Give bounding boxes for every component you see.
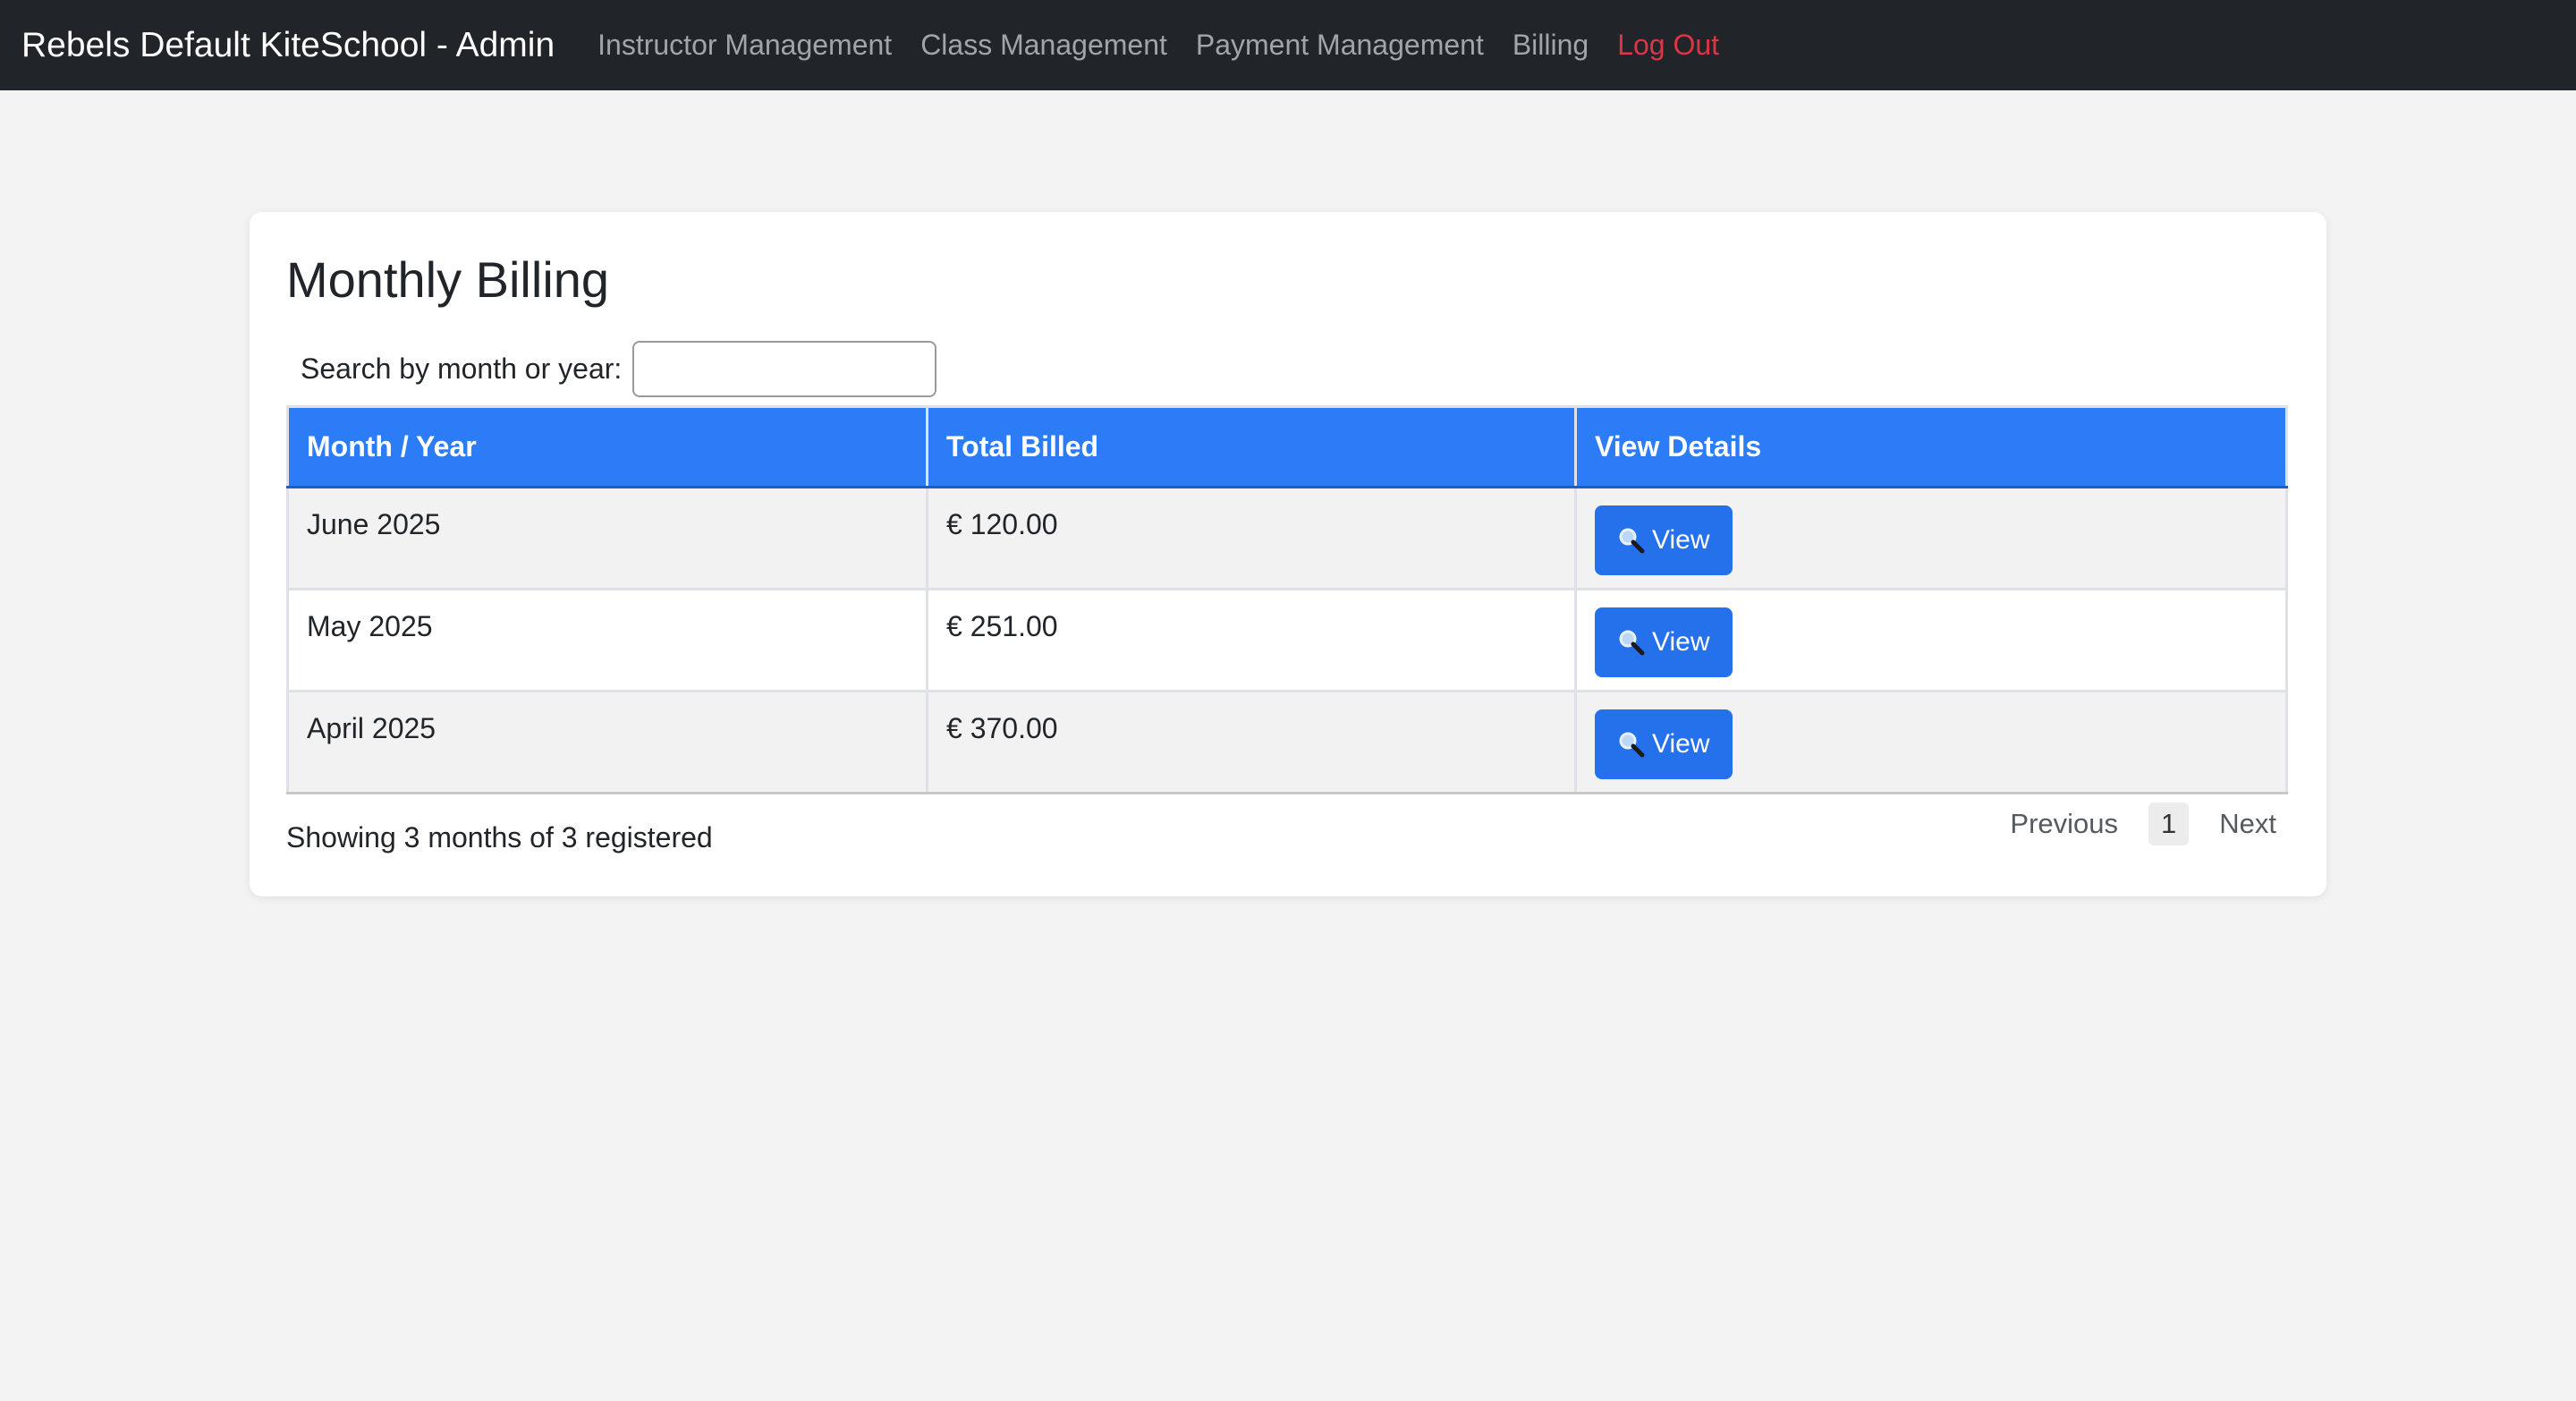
pagination-page-1[interactable]: 1 bbox=[2148, 802, 2190, 845]
billing-card: Monthly Billing Search by month or year:… bbox=[250, 212, 2326, 896]
table-row: April 2025 € 370.00 View bbox=[286, 690, 2288, 794]
nav-billing[interactable]: Billing bbox=[1513, 29, 1589, 62]
search-input[interactable] bbox=[632, 341, 937, 397]
view-button-label: View bbox=[1652, 627, 1710, 657]
cell-total: € 370.00 bbox=[926, 690, 1577, 794]
cell-month: June 2025 bbox=[286, 486, 928, 590]
cell-view: View bbox=[1574, 486, 2288, 590]
nav-class-management[interactable]: Class Management bbox=[920, 29, 1167, 62]
table-header-row: Month / Year Total Billed View Details bbox=[286, 405, 2288, 488]
cell-view: View bbox=[1574, 690, 2288, 794]
billing-table: Month / Year Total Billed View Details J… bbox=[286, 405, 2288, 794]
cell-month: April 2025 bbox=[286, 690, 928, 794]
magnifier-icon bbox=[1618, 731, 1645, 758]
magnifier-icon bbox=[1618, 629, 1645, 656]
column-header-total-billed: Total Billed bbox=[926, 405, 1577, 488]
top-navbar: Rebels Default KiteSchool - Admin Instru… bbox=[0, 0, 2576, 90]
search-label: Search by month or year: bbox=[301, 352, 623, 385]
view-button-label: View bbox=[1652, 729, 1710, 759]
view-button[interactable]: View bbox=[1595, 709, 1733, 779]
table-row: June 2025 € 120.00 View bbox=[286, 486, 2288, 590]
pagination-previous[interactable]: Previous bbox=[2010, 808, 2118, 840]
brand-title[interactable]: Rebels Default KiteSchool - Admin bbox=[21, 26, 555, 65]
nav-payment-management[interactable]: Payment Management bbox=[1196, 29, 1484, 62]
cell-view: View bbox=[1574, 588, 2288, 692]
view-button-label: View bbox=[1652, 525, 1710, 555]
cell-month: May 2025 bbox=[286, 588, 928, 692]
page-title: Monthly Billing bbox=[286, 251, 610, 308]
pagination: Previous 1 Next bbox=[2010, 802, 2276, 845]
view-button[interactable]: View bbox=[1595, 505, 1733, 575]
results-summary: Showing 3 months of 3 registered bbox=[286, 821, 713, 853]
cell-total: € 120.00 bbox=[926, 486, 1577, 590]
pagination-next[interactable]: Next bbox=[2219, 808, 2276, 840]
search-row: Search by month or year: bbox=[301, 341, 937, 397]
column-header-view-details: View Details bbox=[1574, 405, 2288, 488]
nav-instructor-management[interactable]: Instructor Management bbox=[597, 29, 892, 62]
cell-total: € 251.00 bbox=[926, 588, 1577, 692]
nav-log-out[interactable]: Log Out bbox=[1617, 29, 1719, 62]
magnifier-icon bbox=[1618, 527, 1645, 554]
view-button[interactable]: View bbox=[1595, 607, 1733, 677]
table-row: May 2025 € 251.00 View bbox=[286, 588, 2288, 692]
column-header-month-year: Month / Year bbox=[286, 405, 928, 488]
